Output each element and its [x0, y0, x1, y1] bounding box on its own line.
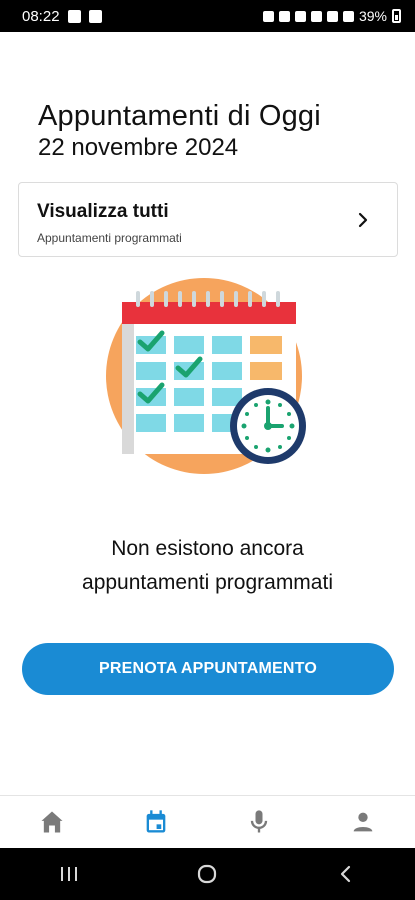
battery-percentage: 39%: [358, 8, 387, 24]
view-all-subtitle: Appuntamenti programmati: [37, 231, 182, 245]
calendar-clock-illustration: [106, 278, 306, 474]
wifi-icon: [310, 10, 322, 22]
nfc-icon: [278, 10, 290, 22]
app-notification-icon: [88, 9, 102, 23]
page-date: 22 novembre 2024: [38, 134, 239, 161]
page-title: Appuntamenti di Oggi: [38, 100, 321, 132]
view-all-card[interactable]: Visualizza tutti Appuntamenti programmat…: [18, 182, 398, 257]
microphone-icon: [251, 810, 268, 833]
home-icon: [41, 811, 63, 833]
chevron-right-icon: [358, 212, 368, 228]
signal-icon: [326, 10, 338, 22]
battery-icon: [392, 9, 401, 23]
back-icon: [340, 865, 350, 883]
nav-voice[interactable]: [208, 796, 312, 848]
recents-icon: [61, 867, 78, 881]
back-button[interactable]: [316, 848, 376, 900]
recents-button[interactable]: [39, 848, 99, 900]
empty-line-1: Non esistono ancora: [111, 537, 304, 560]
view-all-title: Visualizza tutti: [37, 201, 169, 222]
empty-line-2: appuntamenti programmati: [82, 571, 333, 594]
signal-2-icon: [342, 10, 354, 22]
person-icon: [353, 812, 373, 832]
book-appointment-button[interactable]: PRENOTA APPUNTAMENTO: [22, 643, 394, 695]
nav-profile[interactable]: [311, 796, 415, 848]
empty-state-message: Non esistono ancora appuntamenti program…: [0, 532, 415, 600]
mute-icon: [294, 10, 306, 22]
status-left: 08:22: [22, 8, 102, 25]
bottom-nav: [0, 795, 415, 848]
status-time: 08:22: [22, 7, 60, 25]
system-home-button[interactable]: [177, 848, 237, 900]
gallery-notification-icon: [67, 9, 81, 23]
status-bar: 08:22 39%: [0, 0, 415, 32]
nav-home[interactable]: [0, 796, 104, 848]
system-nav: [0, 848, 415, 900]
alarm-icon: [262, 10, 274, 22]
calendar-icon: [146, 810, 165, 833]
home-circle-icon: [198, 864, 217, 884]
status-right: 39%: [262, 8, 401, 24]
nav-calendar[interactable]: [104, 796, 208, 848]
